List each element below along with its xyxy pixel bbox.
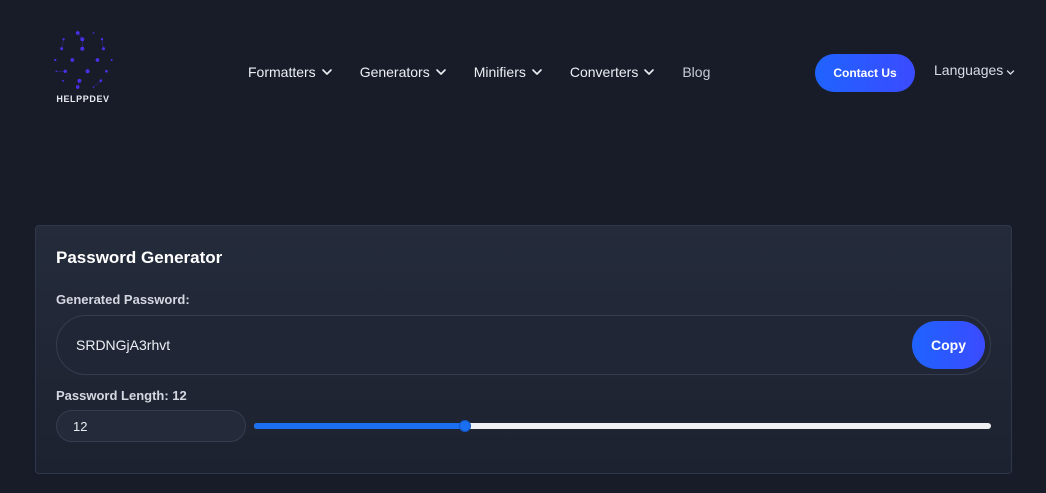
main-nav: Formatters Generators Minifiers Converte… [248, 62, 737, 82]
chevron-down-icon [644, 69, 655, 75]
nav-converters[interactable]: Converters [570, 64, 655, 80]
nav-generators[interactable]: Generators [360, 64, 447, 80]
contact-us-button[interactable]: Contact Us [815, 54, 915, 92]
password-length-input[interactable] [56, 410, 246, 442]
password-generator-card: Password Generator Generated Password: S… [35, 225, 1012, 474]
chevron-down-icon [435, 69, 446, 75]
password-length-slider[interactable] [254, 420, 991, 432]
card-title: Password Generator [56, 248, 223, 267]
slider-thumb[interactable] [458, 420, 471, 432]
nav-formatters[interactable]: Formatters [248, 64, 333, 80]
generated-password-value: SRDNGjA3rhvt [76, 337, 171, 353]
chevron-down-icon [1007, 69, 1015, 75]
brand-name: HELPPDEV [56, 94, 110, 104]
chevron-down-icon [532, 69, 542, 75]
network-globe-icon [54, 31, 113, 89]
nav-minifiers[interactable]: Minifiers [474, 64, 543, 80]
generated-password-label: Generated Password: [56, 292, 190, 307]
languages-label: Languages [934, 62, 1004, 78]
nav-label: Minifiers [473, 64, 526, 80]
languages-dropdown[interactable]: Languages [934, 62, 1015, 78]
page: HELPPDEV Formatters Generators Minifiers… [0, 0, 1046, 493]
slider-fill [254, 423, 465, 429]
nav-label: Blog [682, 64, 711, 80]
nav-label: Generators [359, 64, 430, 80]
nav-blog[interactable]: Blog [682, 64, 710, 80]
nav-label: Formatters [248, 64, 316, 80]
generated-password-field[interactable]: SRDNGjA3rhvt Copy [56, 315, 991, 375]
nav-label: Converters [569, 64, 639, 80]
copy-button[interactable]: Copy [912, 321, 985, 369]
password-length-label: Password Length: 12 [56, 388, 187, 403]
brand-logo[interactable]: HELPPDEV [50, 28, 116, 108]
chevron-down-icon [321, 69, 332, 75]
